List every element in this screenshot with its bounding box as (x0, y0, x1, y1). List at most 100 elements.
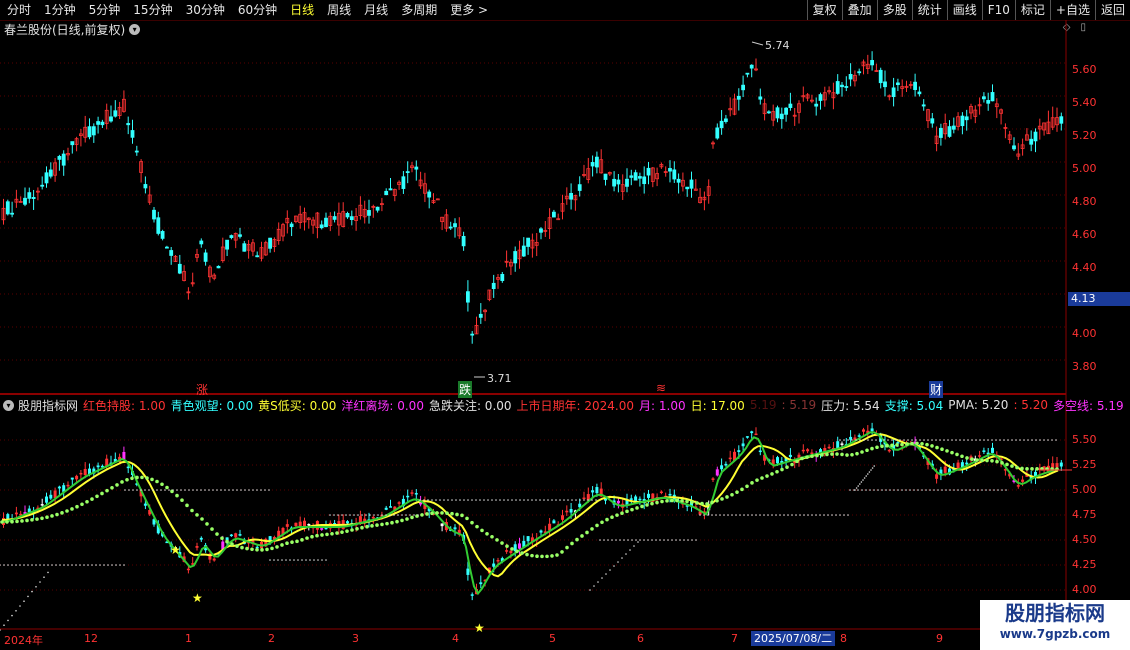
period-tab[interactable]: 分时 (0, 0, 37, 20)
level-dot (75, 564, 77, 566)
level-dot (273, 559, 275, 561)
candle-body (904, 85, 909, 88)
chevron-down-icon[interactable]: ▾ (129, 24, 141, 35)
candle-body (298, 213, 303, 223)
candle-body (629, 175, 634, 178)
ma-dot (495, 538, 499, 542)
ind-candle-body (105, 458, 109, 467)
ind-candle-body (685, 505, 689, 507)
level-dot (31, 564, 33, 566)
ind-candle-body (991, 447, 994, 453)
ind-candle-body (707, 504, 711, 511)
current-price-tag: 4.13 (1068, 292, 1130, 306)
period-tab[interactable]: 5分钟 (82, 0, 127, 20)
period-tab[interactable]: 更多 > (443, 0, 494, 20)
candle-body (324, 217, 328, 228)
ind-candle-body (380, 515, 384, 517)
level-dot (1051, 439, 1053, 441)
level-dot (567, 499, 569, 501)
ind-candle-body (969, 456, 973, 461)
ma-dot (340, 530, 344, 534)
candle-body (530, 239, 535, 249)
toolbar-button[interactable]: +自选 (1049, 0, 1095, 20)
ma-dot (690, 500, 694, 504)
ma-dot (805, 455, 809, 460)
candle-body (91, 126, 96, 136)
toolbar-button[interactable]: 统计 (911, 0, 947, 20)
period-tab[interactable]: 多周期 (394, 0, 443, 20)
ma-dot (1040, 467, 1044, 471)
indicator-menu-icon[interactable]: ▾ (3, 399, 14, 411)
period-tab[interactable]: 日线 (283, 0, 320, 20)
ind-candle-body (436, 512, 440, 514)
ma-dot (765, 474, 769, 478)
level-dot (439, 499, 441, 501)
ma-dot (980, 458, 984, 463)
ind-candle-body (788, 454, 792, 458)
ind-candle-body (801, 449, 805, 452)
level-dot (236, 489, 238, 491)
chart-title[interactable]: 春兰股份(日线,前复权) ▾ (4, 21, 141, 38)
period-tab[interactable]: 15分钟 (126, 0, 178, 20)
level-dot (301, 559, 303, 561)
ind-candle-body (234, 533, 238, 538)
level-dot (321, 559, 323, 561)
toolbar-button[interactable]: 多股 (876, 0, 912, 20)
ma-dot (490, 534, 494, 539)
ind-candle-body (741, 443, 745, 447)
level-dot (739, 514, 741, 516)
star-icon: ★ (192, 591, 203, 605)
ma-yellow-line (1, 433, 1059, 578)
level-dot (107, 564, 109, 566)
ma-dot (635, 506, 639, 510)
ma-dot (925, 442, 929, 447)
diamond-icon[interactable]: ◇ (1063, 22, 1071, 33)
level-dot (953, 489, 955, 491)
ind-candle-body (462, 535, 466, 541)
ma-dot (110, 485, 114, 490)
ind-candle-body (1008, 473, 1012, 477)
period-tab[interactable]: 1分钟 (37, 0, 82, 20)
panel-toggle-icon[interactable]: ▯ (1080, 22, 1086, 33)
period-tab[interactable]: 周线 (320, 0, 357, 20)
toolbar-button[interactable]: 画线 (946, 0, 982, 20)
toolbar-button[interactable]: 叠加 (841, 0, 877, 20)
toolbar-button[interactable]: 复权 (806, 0, 842, 20)
ind-candle-body (565, 510, 569, 513)
toolbar-button[interactable]: 返回 (1094, 0, 1130, 20)
ma-dot (810, 454, 814, 459)
toolbar-button[interactable]: F10 (981, 0, 1015, 20)
level-dot (775, 514, 777, 516)
level-dot (759, 514, 761, 516)
level-dot (869, 489, 871, 491)
candle-body (835, 81, 840, 94)
ind-candle-body (948, 468, 951, 475)
ma-dot (620, 511, 624, 516)
ind-candle-body (702, 511, 706, 513)
level-dot (95, 564, 97, 566)
level-dot (663, 539, 665, 541)
candle-body (306, 217, 311, 221)
level-dot (471, 499, 473, 501)
candle-body (560, 203, 565, 212)
period-tab[interactable]: 60分钟 (231, 0, 283, 20)
level-dot (495, 499, 497, 501)
toolbar-button[interactable]: 标记 (1014, 0, 1050, 20)
ma-dot (815, 453, 819, 458)
level-dot (152, 489, 154, 491)
level-dot (711, 514, 713, 516)
candle-body (332, 216, 337, 220)
ma-dot (260, 548, 264, 552)
level-dot (921, 489, 923, 491)
candlestick-chart[interactable]: 5.743.71★★★ (0, 0, 1130, 650)
candle-body (238, 234, 242, 237)
ind-candle-body (763, 454, 767, 461)
period-tab[interactable]: 30分钟 (179, 0, 231, 20)
period-tab[interactable]: 月线 (357, 0, 394, 20)
candle-body (259, 247, 264, 259)
ind-candle-body (88, 468, 91, 475)
candle-body (61, 153, 66, 166)
ma-dot (485, 531, 489, 536)
ind-candle-body (229, 534, 233, 537)
ind-candle-body (595, 487, 599, 494)
